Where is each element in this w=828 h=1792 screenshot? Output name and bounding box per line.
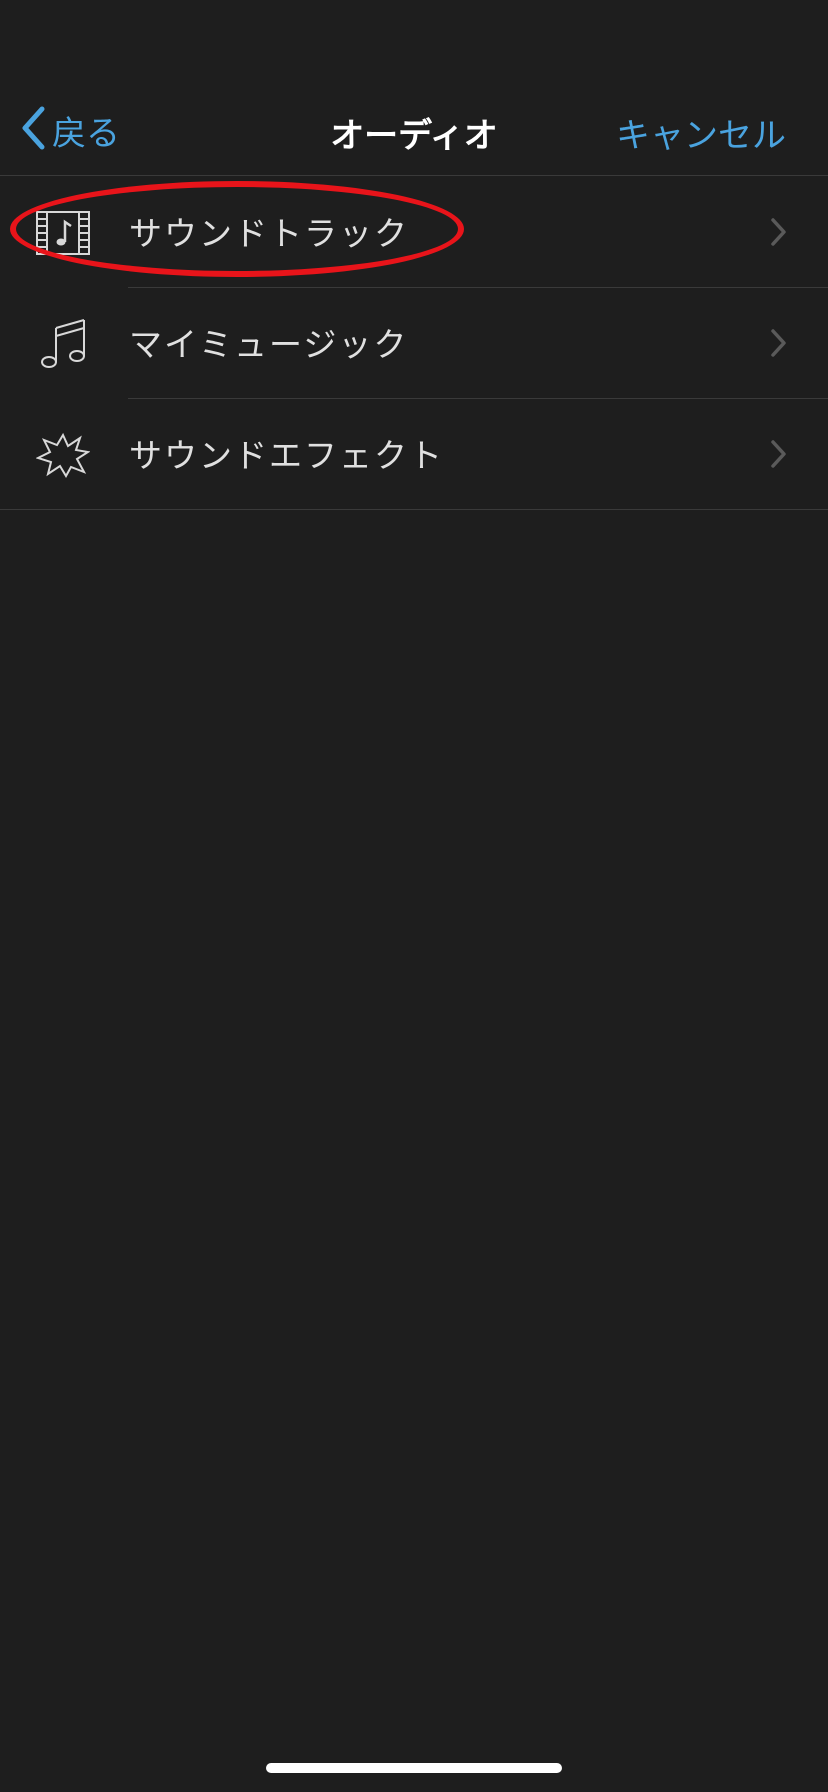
navigation-bar: 戻る オーディオ キャンセル	[0, 0, 828, 176]
list-item-soundtrack[interactable]: サウンドトラック	[0, 177, 828, 288]
chevron-right-icon	[768, 326, 790, 360]
list-item-label: マイミュージック	[129, 325, 409, 364]
starburst-icon	[33, 427, 93, 483]
cancel-button[interactable]: キャンセル	[616, 108, 786, 157]
chevron-right-icon	[768, 215, 790, 249]
list-item-label: サウンドエフェクト	[129, 436, 444, 475]
divider	[0, 509, 828, 510]
audio-source-list: サウンドトラック マイミュージック サウンドエフェクト	[0, 177, 828, 510]
film-music-icon	[33, 205, 93, 261]
list-item-sound-effects[interactable]: サウンドエフェクト	[0, 399, 828, 510]
list-item-label: サウンドトラック	[129, 214, 409, 253]
music-note-icon	[33, 316, 93, 372]
chevron-right-icon	[768, 437, 790, 471]
list-item-my-music[interactable]: マイミュージック	[0, 288, 828, 399]
home-indicator[interactable]	[266, 1763, 562, 1773]
